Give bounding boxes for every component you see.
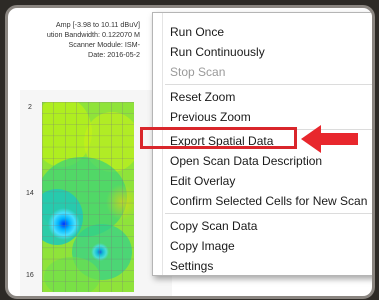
scanner-module-label: Scanner Module: ISM- — [68, 40, 140, 49]
red-arrow-icon — [301, 125, 358, 153]
y-tick-label: 2 — [28, 104, 32, 111]
resolution-bandwidth-label: ution Bandwidth: 0.122070 M — [46, 30, 140, 39]
screenshot-frame: Amp [-3.98 to 10.11 dBuV] ution Bandwidt… — [5, 5, 375, 299]
spatial-scan-heatmap[interactable] — [42, 102, 134, 292]
menu-item-copy-scan-data[interactable]: Copy Scan Data — [170, 218, 257, 234]
plot-header: Amp [-3.98 to 10.11 dBuV] ution Bandwidt… — [8, 8, 148, 88]
menu-item-edit-overlay[interactable]: Edit Overlay — [170, 173, 235, 189]
menu-item-copy-image[interactable]: Copy Image — [170, 238, 235, 254]
y-tick-label: 16 — [26, 272, 34, 279]
y-tick-label: 14 — [26, 190, 34, 197]
menu-item-run-once[interactable]: Run Once — [170, 24, 224, 40]
menu-separator — [165, 84, 372, 85]
menu-item-run-continuously[interactable]: Run Continuously — [170, 44, 265, 60]
menu-item-settings[interactable]: Settings — [170, 258, 213, 274]
export-highlight-box — [140, 127, 297, 149]
menu-item-previous-zoom[interactable]: Previous Zoom — [170, 109, 251, 125]
menu-item-reset-zoom[interactable]: Reset Zoom — [170, 89, 235, 105]
menu-item-stop-scan: Stop Scan — [170, 65, 226, 79]
amplitude-range-label: Amp [-3.98 to 10.11 dBuV] — [55, 20, 140, 29]
menu-separator — [165, 213, 372, 214]
menu-item-confirm-selected-cells[interactable]: Confirm Selected Cells for New Scan — [170, 193, 367, 209]
date-label: Date: 2016-05-2 — [88, 50, 140, 59]
scan-plot-area[interactable]: 2 14 16 — [20, 90, 172, 296]
